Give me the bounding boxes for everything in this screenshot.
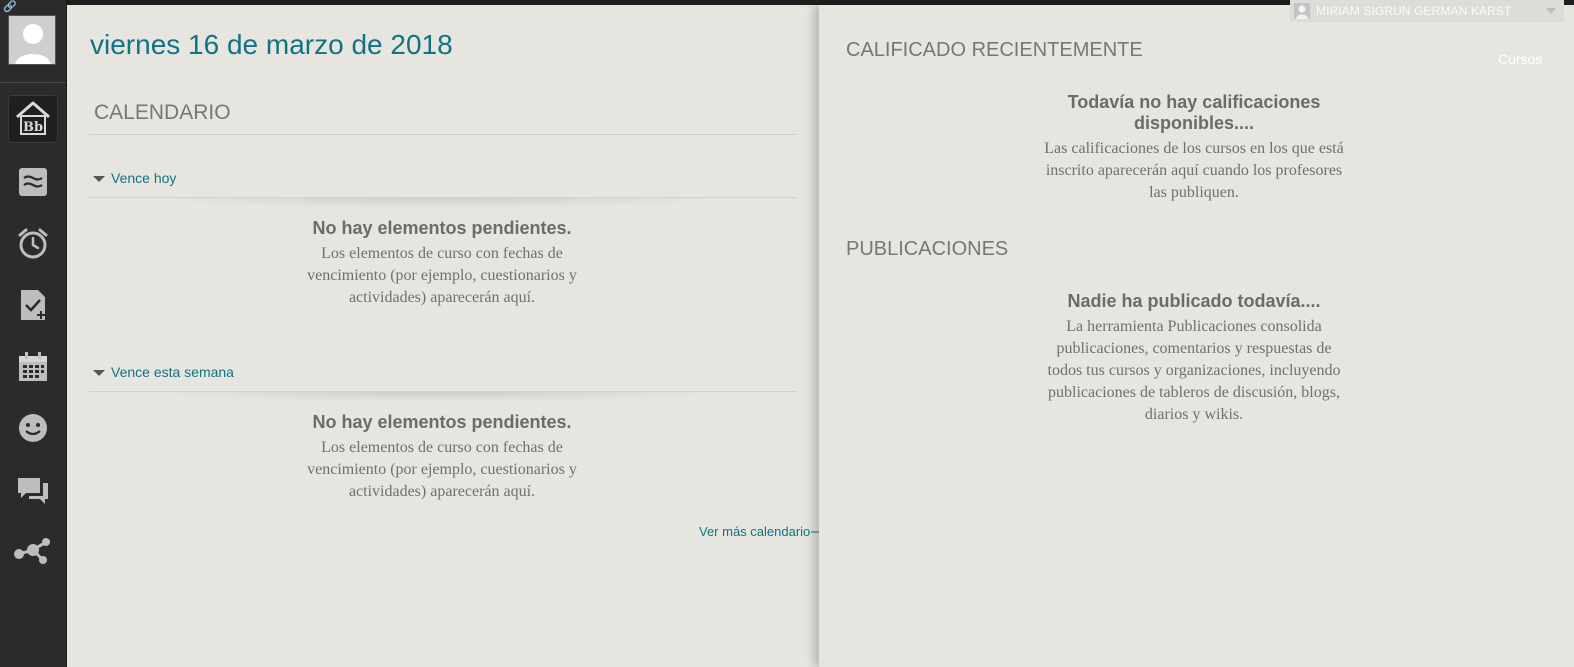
due-today-shadow (149, 198, 729, 208)
avatar[interactable] (8, 15, 56, 65)
empty-title: No hay elementos pendientes. (312, 218, 572, 238)
recently-graded-heading: CALIFICADO RECIENTEMENTE (846, 39, 1143, 61)
messages-icon (18, 478, 48, 504)
due-today-empty-state: No hay elementos pendientes. Los element… (292, 218, 592, 309)
empty-title: No hay elementos pendientes. (312, 412, 572, 432)
blackboard-home-icon: Bb (16, 101, 50, 135)
grades-checklist-icon (21, 290, 45, 320)
user-icon (1294, 3, 1310, 19)
calendar-panel: viernes 16 de marzo de 2018 CALENDARIO V… (67, 5, 829, 667)
due-this-week-empty-state: No hay elementos pendientes. Los element… (292, 412, 592, 503)
sidebar-item-grades[interactable] (8, 281, 58, 329)
posts-heading: PUBLICACIONES (846, 238, 1009, 260)
svg-text:Bb: Bb (23, 120, 43, 135)
see-more-calendar-link[interactable]: Ver más calendario⟶ (699, 524, 829, 540)
due-this-week-shadow (149, 392, 729, 402)
calendar-divider (89, 134, 797, 135)
due-today-label: Vence hoy (111, 170, 177, 186)
activity-stream-icon (19, 168, 47, 196)
sidebar-item-profile[interactable] (8, 404, 58, 452)
calendar-heading: CALENDARIO (94, 101, 231, 124)
chevron-down-icon (1546, 8, 1556, 14)
sidebar-item-calendar[interactable] (8, 343, 58, 391)
network-icon (14, 538, 50, 564)
sidebar-item-institution-page[interactable]: Bb (8, 95, 58, 143)
graded-empty-state: Todavía no hay calificaciones disponible… (1044, 92, 1344, 204)
sidebar-item-tools[interactable] (8, 527, 58, 575)
sidebar: 🔗 Bb (0, 0, 67, 667)
user-name: MIRIAM SIGRUN GERMAN KARST (1316, 4, 1512, 18)
posts-empty-state: Nadie ha publicado todavía.... La herram… (1044, 291, 1344, 426)
empty-body: La herramienta Publicaciones consolida p… (1047, 318, 1341, 423)
calendar-icon (19, 352, 47, 381)
courses-link[interactable]: Cursos (1498, 51, 1542, 67)
due-this-week-label: Vence esta semana (111, 364, 234, 380)
avatar-silhouette-icon (9, 16, 55, 64)
empty-body: Las calificaciones de los cursos en los … (1044, 140, 1344, 201)
caret-down-icon (93, 370, 105, 376)
empty-body: Los elementos de curso con fechas de ven… (307, 439, 577, 500)
due-dates-clock-icon (18, 228, 48, 259)
due-this-week-toggle[interactable]: Vence esta semana (93, 364, 234, 380)
empty-title: Nadie ha publicado todavía.... (1067, 291, 1321, 311)
sidebar-item-due-dates[interactable] (8, 219, 58, 267)
empty-title: Todavía no hay calificaciones disponible… (1067, 92, 1321, 133)
user-menu[interactable]: MIRIAM SIGRUN GERMAN KARST (1290, 0, 1564, 22)
smiley-icon (19, 414, 47, 442)
caret-down-icon (93, 176, 105, 182)
sidebar-item-activity[interactable] (8, 158, 58, 206)
sidebar-item-messages[interactable] (8, 467, 58, 515)
empty-body: Los elementos de curso con fechas de ven… (307, 245, 577, 306)
page-title: viernes 16 de marzo de 2018 (90, 29, 453, 60)
grades-posts-panel: CALIFICADO RECIENTEMENTE Todavía no hay … (819, 5, 1574, 667)
link-icon: 🔗 (3, 0, 17, 13)
sidebar-divider (0, 82, 66, 83)
due-today-toggle[interactable]: Vence hoy (93, 170, 176, 186)
